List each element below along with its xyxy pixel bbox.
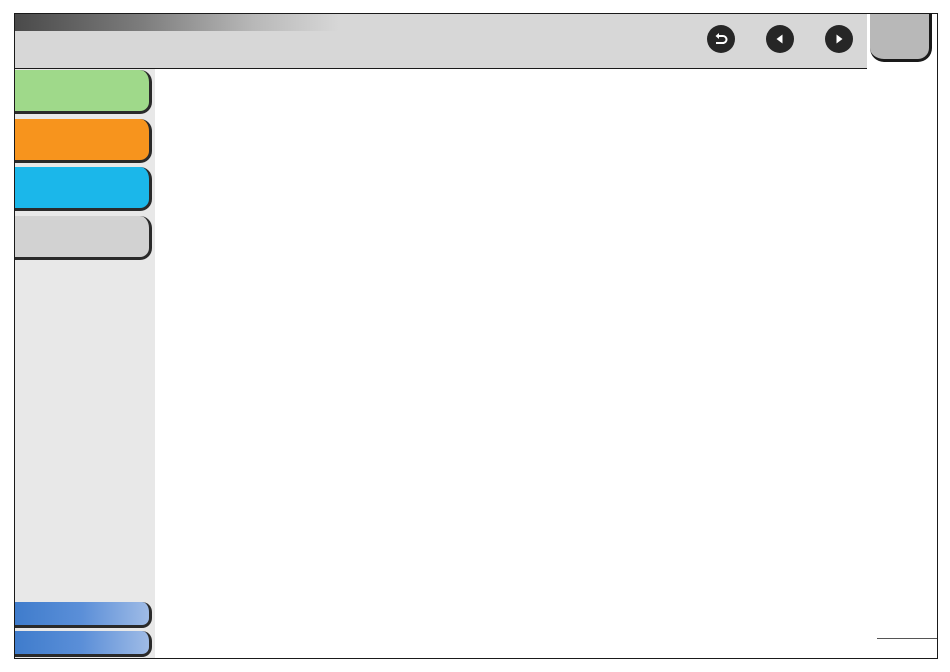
- sidebar-tab-gray[interactable]: [15, 216, 152, 260]
- header-bar: [15, 14, 867, 69]
- top-right-tab-body: [870, 14, 932, 62]
- next-page-button[interactable]: [825, 25, 853, 53]
- back-icon: [715, 33, 728, 44]
- sidebar-tab-blue[interactable]: [15, 167, 152, 211]
- next-icon: [836, 34, 843, 44]
- page-frame: [14, 13, 938, 659]
- main-content-area: [155, 69, 937, 658]
- sidebar-bottom-tab-1[interactable]: [15, 602, 152, 628]
- previous-icon: [776, 34, 783, 44]
- top-right-tab[interactable]: [867, 14, 937, 68]
- sidebar-tab-green[interactable]: [15, 70, 152, 114]
- header-gradient-stripe: [15, 14, 867, 31]
- footer-rule: [877, 638, 937, 639]
- previous-page-button[interactable]: [766, 25, 794, 53]
- sidebar-bottom-tab-2[interactable]: [15, 631, 152, 657]
- back-button[interactable]: [707, 25, 735, 53]
- sidebar: [15, 69, 155, 658]
- sidebar-tab-orange[interactable]: [15, 119, 152, 163]
